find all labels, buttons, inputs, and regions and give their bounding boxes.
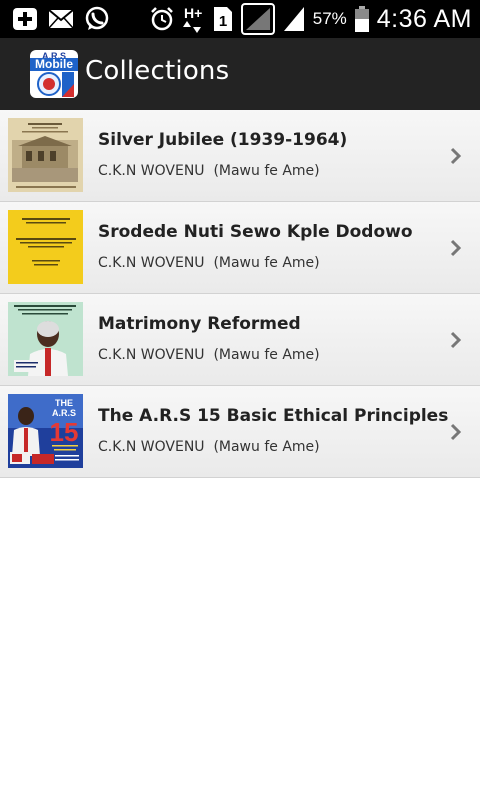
collection-item-ars-15-principles[interactable]: THE A.R.S 15 The A.R.S 15 Basic Ethical … xyxy=(0,386,480,478)
collection-item-matrimony-reformed[interactable]: Matrimony Reformed C.K.N WOVENU (Mawu fe… xyxy=(0,294,480,386)
sim-label: 1 xyxy=(219,13,227,30)
sim-card-icon: 1 xyxy=(213,6,233,32)
book-cover-thumbnail xyxy=(8,302,83,376)
whatsapp-icon xyxy=(84,6,110,32)
collection-author: C.K.N WOVENU (Mawu fe Ame) xyxy=(98,255,320,271)
add-icon xyxy=(12,7,38,31)
signal-strength-icon-2 xyxy=(283,6,305,32)
signal-strength-icon xyxy=(240,3,275,35)
collection-title: Matrimony Reformed xyxy=(98,314,301,334)
cover-title-line-1: THE xyxy=(55,398,73,408)
book-cover-thumbnail xyxy=(8,210,83,284)
chevron-right-icon xyxy=(450,239,462,257)
email-icon xyxy=(48,9,74,29)
collection-title: The A.R.S 15 Basic Ethical Principles xyxy=(98,406,449,426)
book-cover-thumbnail: THE A.R.S 15 xyxy=(8,394,83,468)
svg-text:H+: H+ xyxy=(184,5,202,21)
collection-title: Srodede Nuti Sewo Kple Dodowo xyxy=(98,222,413,242)
book-cover-thumbnail xyxy=(8,118,83,192)
battery-percent: 57% xyxy=(312,9,347,28)
page-title: Collections xyxy=(85,56,230,86)
collections-list: Silver Jubilee (1939-1964) C.K.N WOVENU … xyxy=(0,110,480,478)
collection-item-srodede[interactable]: Srodede Nuti Sewo Kple Dodowo C.K.N WOVE… xyxy=(0,202,480,294)
collection-title: Silver Jubilee (1939-1964) xyxy=(98,130,348,150)
collection-author: C.K.N WOVENU (Mawu fe Ame) xyxy=(98,439,320,455)
clock: 4:36 AM xyxy=(376,4,472,33)
alarm-icon xyxy=(149,6,175,32)
battery-icon xyxy=(354,6,369,32)
chevron-right-icon xyxy=(450,423,462,441)
app-logo[interactable]: A.R.S Mobile xyxy=(30,50,78,98)
chevron-right-icon xyxy=(450,331,462,349)
notification-icons xyxy=(12,5,110,33)
network-type-icon: H+ xyxy=(182,5,205,33)
collection-author: C.K.N WOVENU (Mawu fe Ame) xyxy=(98,347,320,363)
collection-author: C.K.N WOVENU (Mawu fe Ame) xyxy=(98,163,320,179)
logo-text-bottom: Mobile xyxy=(30,58,78,71)
status-bar: H+ 1 57% 4:36 AM xyxy=(0,0,480,38)
logo-emblem-icon xyxy=(37,72,74,97)
cover-number: 15 xyxy=(50,417,79,447)
action-bar: A.R.S Mobile Collections xyxy=(0,38,480,110)
chevron-right-icon xyxy=(450,147,462,165)
collection-item-silver-jubilee[interactable]: Silver Jubilee (1939-1964) C.K.N WOVENU … xyxy=(0,110,480,202)
system-icons: H+ 1 57% 4:36 AM xyxy=(149,0,472,38)
